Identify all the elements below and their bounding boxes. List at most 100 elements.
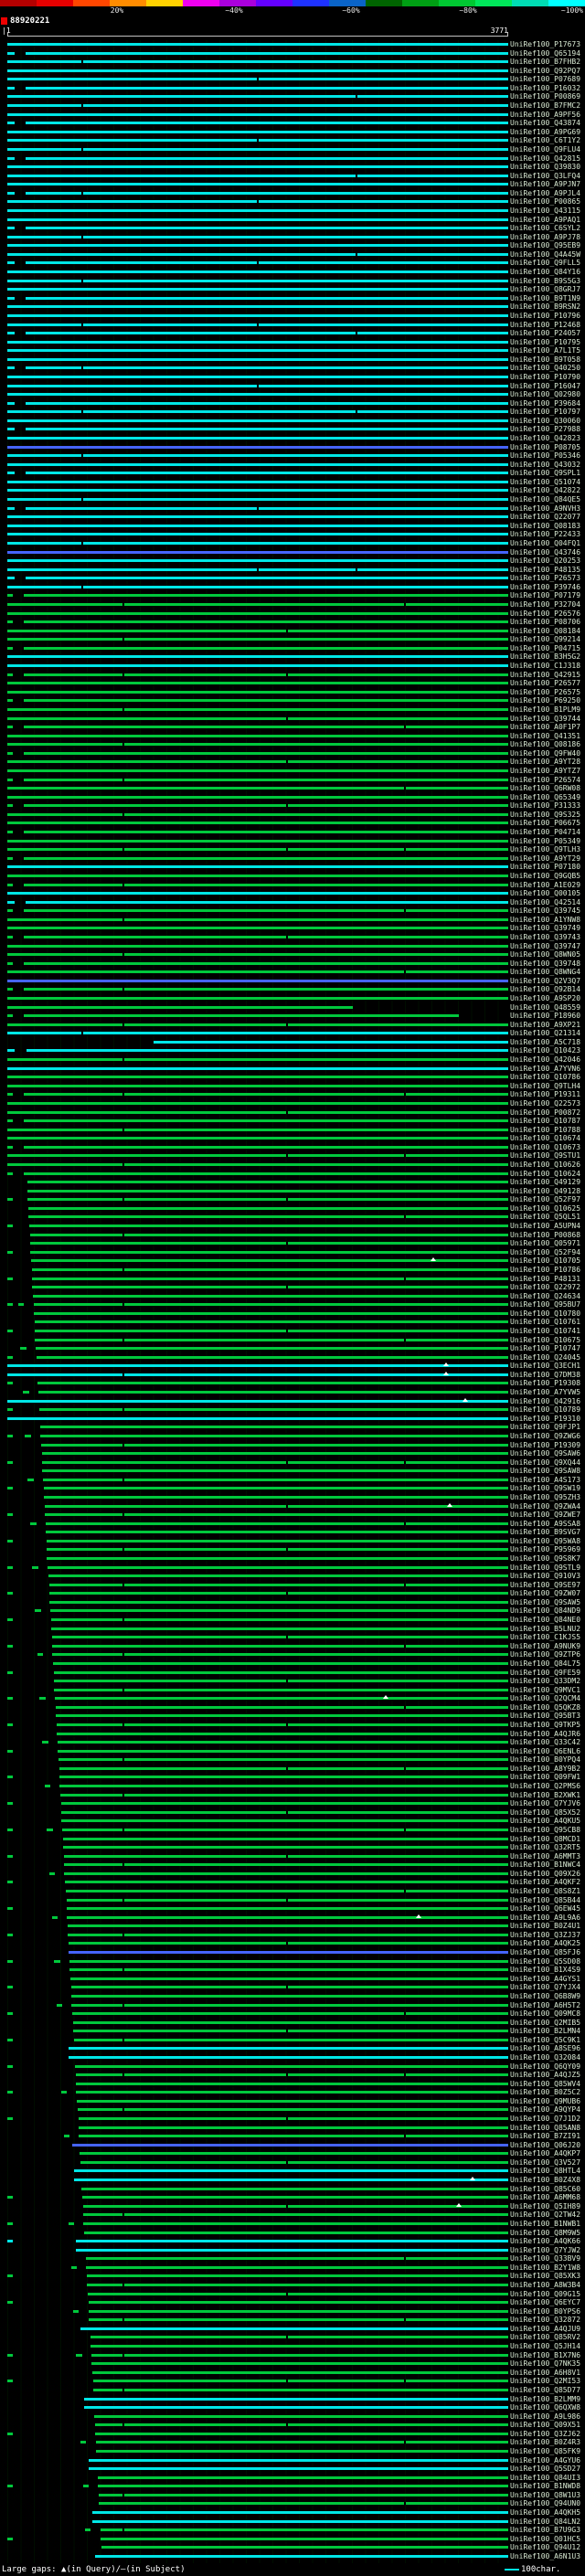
hit-row[interactable]: UniRef100_Q09G15 bbox=[0, 2290, 585, 2299]
hit-label[interactable]: UniRef100_P16032 bbox=[510, 84, 580, 92]
hit-label[interactable]: UniRef100_Q5SD08 bbox=[510, 1957, 580, 1966]
hit-label[interactable]: UniRef100_A9SSA8 bbox=[510, 1520, 580, 1528]
hit-label[interactable]: UniRef100_P24057 bbox=[510, 330, 580, 337]
hit-label[interactable]: UniRef100_B7FMC2 bbox=[510, 102, 580, 110]
hit-label[interactable]: UniRef100_Q9ZWE7 bbox=[510, 1511, 580, 1519]
hit-row[interactable]: UniRef100_P48135 bbox=[0, 566, 585, 575]
hit-row[interactable]: UniRef100_P00872 bbox=[0, 1108, 585, 1118]
hit-row[interactable]: UniRef100_B1NWB1 bbox=[0, 2220, 585, 2229]
hit-row[interactable]: UniRef100_Q42823 bbox=[0, 434, 585, 443]
hit-row[interactable]: UniRef100_Q85WV4 bbox=[0, 2080, 585, 2089]
hit-label[interactable]: UniRef100_A9PJL4 bbox=[510, 189, 580, 197]
hit-label[interactable]: UniRef100_Q04FQ1 bbox=[510, 539, 580, 547]
hit-row[interactable]: UniRef100_A1YNW8 bbox=[0, 916, 585, 925]
hit-label[interactable]: UniRef100_Q8WN05 bbox=[510, 951, 580, 959]
hit-row[interactable]: UniRef100_Q85D77 bbox=[0, 2386, 585, 2395]
hit-label[interactable]: UniRef100_Q85C60 bbox=[510, 2185, 580, 2193]
hit-label[interactable]: UniRef100_P19309 bbox=[510, 1441, 580, 1449]
hit-row[interactable]: UniRef100_P32704 bbox=[0, 600, 585, 610]
hit-label[interactable]: UniRef100_Q02980 bbox=[510, 391, 580, 398]
hit-label[interactable]: UniRef100_Q10624 bbox=[510, 1170, 580, 1178]
hit-row[interactable]: UniRef100_Q24045 bbox=[0, 1353, 585, 1362]
hit-label[interactable]: UniRef100_Q99214 bbox=[510, 636, 580, 643]
hit-label[interactable]: UniRef100_A4QKU5 bbox=[510, 1818, 580, 1825]
hit-label[interactable]: UniRef100_A4QKP7 bbox=[510, 2150, 580, 2157]
hit-label[interactable]: UniRef100_Q10761 bbox=[510, 1319, 580, 1326]
hit-label[interactable]: UniRef100_Q9SAW5 bbox=[510, 1598, 580, 1606]
hit-label[interactable]: UniRef100_Q9FJP1 bbox=[510, 1424, 580, 1431]
hit-row[interactable]: UniRef100_A8W3B4 bbox=[0, 2281, 585, 2290]
hit-row[interactable]: UniRef100_Q5C9K1 bbox=[0, 2036, 585, 2045]
hit-label[interactable]: UniRef100_B9S5G3 bbox=[510, 277, 580, 285]
hit-row[interactable]: UniRef100_Q8MCD1 bbox=[0, 1835, 585, 1844]
hit-label[interactable]: UniRef100_Q10780 bbox=[510, 1309, 580, 1318]
hit-row[interactable]: UniRef100_Q9TKP5 bbox=[0, 1721, 585, 1730]
hit-label[interactable]: UniRef100_Q9FE59 bbox=[510, 1669, 580, 1677]
hit-label[interactable]: UniRef100_A4QK25 bbox=[510, 1940, 580, 1947]
hit-label[interactable]: UniRef100_A9NVH3 bbox=[510, 504, 580, 513]
hit-row[interactable]: UniRef100_P12468 bbox=[0, 321, 585, 330]
hit-row[interactable]: UniRef100_Q94U12 bbox=[0, 2543, 585, 2552]
hit-label[interactable]: UniRef100_A9PJ78 bbox=[510, 233, 580, 241]
hit-row[interactable]: UniRef100_Q09X26 bbox=[0, 1870, 585, 1879]
hit-label[interactable]: UniRef100_B1X7N6 bbox=[510, 2351, 580, 2359]
hit-label[interactable]: UniRef100_Q41351 bbox=[510, 732, 580, 740]
hit-row[interactable]: UniRef100_Q10786 bbox=[0, 1073, 585, 1082]
hit-row[interactable]: UniRef100_C6SYL2 bbox=[0, 224, 585, 233]
hit-label[interactable]: UniRef100_B2LMN4 bbox=[510, 2028, 580, 2035]
hit-row[interactable]: UniRef100_Q10761 bbox=[0, 1318, 585, 1327]
hit-row[interactable]: UniRef100_A9SP20 bbox=[0, 994, 585, 1003]
hit-label[interactable]: UniRef100_Q05971 bbox=[510, 1240, 580, 1247]
hit-label[interactable]: UniRef100_Q9ZTP6 bbox=[510, 1651, 580, 1659]
hit-row[interactable]: UniRef100_Q5QKZ8 bbox=[0, 1703, 585, 1712]
hit-label[interactable]: UniRef100_A4GYS1 bbox=[510, 1975, 580, 1983]
hit-label[interactable]: UniRef100_Q2PMS6 bbox=[510, 1783, 580, 1790]
hit-row[interactable]: UniRef100_Q9SAW5 bbox=[0, 1598, 585, 1607]
hit-row[interactable]: UniRef100_Q9STU1 bbox=[0, 1151, 585, 1161]
hit-row[interactable]: UniRef100_P19310 bbox=[0, 1415, 585, 1424]
hit-row[interactable]: UniRef100_P24057 bbox=[0, 329, 585, 338]
hit-row[interactable]: UniRef100_A4QKU5 bbox=[0, 1817, 585, 1826]
hit-label[interactable]: UniRef100_A9YT28 bbox=[510, 758, 580, 766]
hit-label[interactable]: UniRef100_Q20253 bbox=[510, 557, 580, 565]
hit-label[interactable]: UniRef100_Q49129 bbox=[510, 1179, 580, 1186]
hit-label[interactable]: UniRef100_A9PG69 bbox=[510, 128, 580, 136]
hit-label[interactable]: UniRef100_Q2MI53 bbox=[510, 2378, 580, 2385]
hit-label[interactable]: UniRef100_Q9GQB5 bbox=[510, 872, 580, 880]
hit-label[interactable]: UniRef100_P95969 bbox=[510, 1546, 580, 1553]
hit-label[interactable]: UniRef100_Q5JH14 bbox=[510, 2343, 580, 2350]
hit-row[interactable]: UniRef100_Q9ZWA4 bbox=[0, 1502, 585, 1511]
hit-row[interactable]: UniRef100_P10786 bbox=[0, 1266, 585, 1275]
hit-row[interactable]: UniRef100_Q84Y16 bbox=[0, 268, 585, 277]
hit-label[interactable]: UniRef100_A6MM68 bbox=[510, 2194, 580, 2201]
hit-row[interactable]: UniRef100_P31333 bbox=[0, 801, 585, 811]
hit-row[interactable]: UniRef100_P04714 bbox=[0, 828, 585, 837]
hit-label[interactable]: UniRef100_Q43032 bbox=[510, 461, 580, 469]
hit-row[interactable]: UniRef100_Q9TLH4 bbox=[0, 1082, 585, 1091]
hit-label[interactable]: UniRef100_A5C718 bbox=[510, 1038, 580, 1046]
hit-label[interactable]: UniRef100_P05349 bbox=[510, 837, 580, 845]
hit-label[interactable]: UniRef100_A4S173 bbox=[510, 1476, 580, 1484]
hit-label[interactable]: UniRef100_B2Y1W8 bbox=[510, 2263, 580, 2272]
hit-row[interactable]: UniRef100_Q08186 bbox=[0, 740, 585, 749]
hit-label[interactable]: UniRef100_Q42815 bbox=[510, 154, 580, 163]
hit-label[interactable]: UniRef100_Q94UN0 bbox=[510, 2500, 580, 2507]
hit-label[interactable]: UniRef100_Q39748 bbox=[510, 959, 580, 968]
hit-row[interactable]: UniRef100_Q10780 bbox=[0, 1309, 585, 1319]
hit-label[interactable]: UniRef100_Q10625 bbox=[510, 1204, 580, 1213]
hit-row[interactable]: UniRef100_Q09X51 bbox=[0, 2421, 585, 2430]
hit-label[interactable]: UniRef100_B1PLM9 bbox=[510, 705, 580, 714]
hit-label[interactable]: UniRef100_Q910V3 bbox=[510, 1573, 580, 1580]
hit-row[interactable]: UniRef100_B9T058 bbox=[0, 355, 585, 365]
hit-row[interactable]: UniRef100_A9YTZ7 bbox=[0, 767, 585, 776]
hit-label[interactable]: UniRef100_Q7NK35 bbox=[510, 2360, 580, 2368]
hit-label[interactable]: UniRef100_Q10705 bbox=[510, 1257, 580, 1265]
hit-label[interactable]: UniRef100_Q5C9K1 bbox=[510, 2036, 580, 2044]
hit-row[interactable]: UniRef100_Q92PQ7 bbox=[0, 67, 585, 76]
hit-row[interactable]: UniRef100_Q2MI53 bbox=[0, 2377, 585, 2386]
hit-row[interactable]: UniRef100_Q20253 bbox=[0, 557, 585, 566]
hit-row[interactable]: UniRef100_Q9FLU4 bbox=[0, 145, 585, 154]
hit-row[interactable]: UniRef100_Q4A45W bbox=[0, 250, 585, 260]
hit-label[interactable]: UniRef100_Q10741 bbox=[510, 1327, 580, 1335]
hit-row[interactable]: UniRef100_B2Y1W8 bbox=[0, 2263, 585, 2273]
